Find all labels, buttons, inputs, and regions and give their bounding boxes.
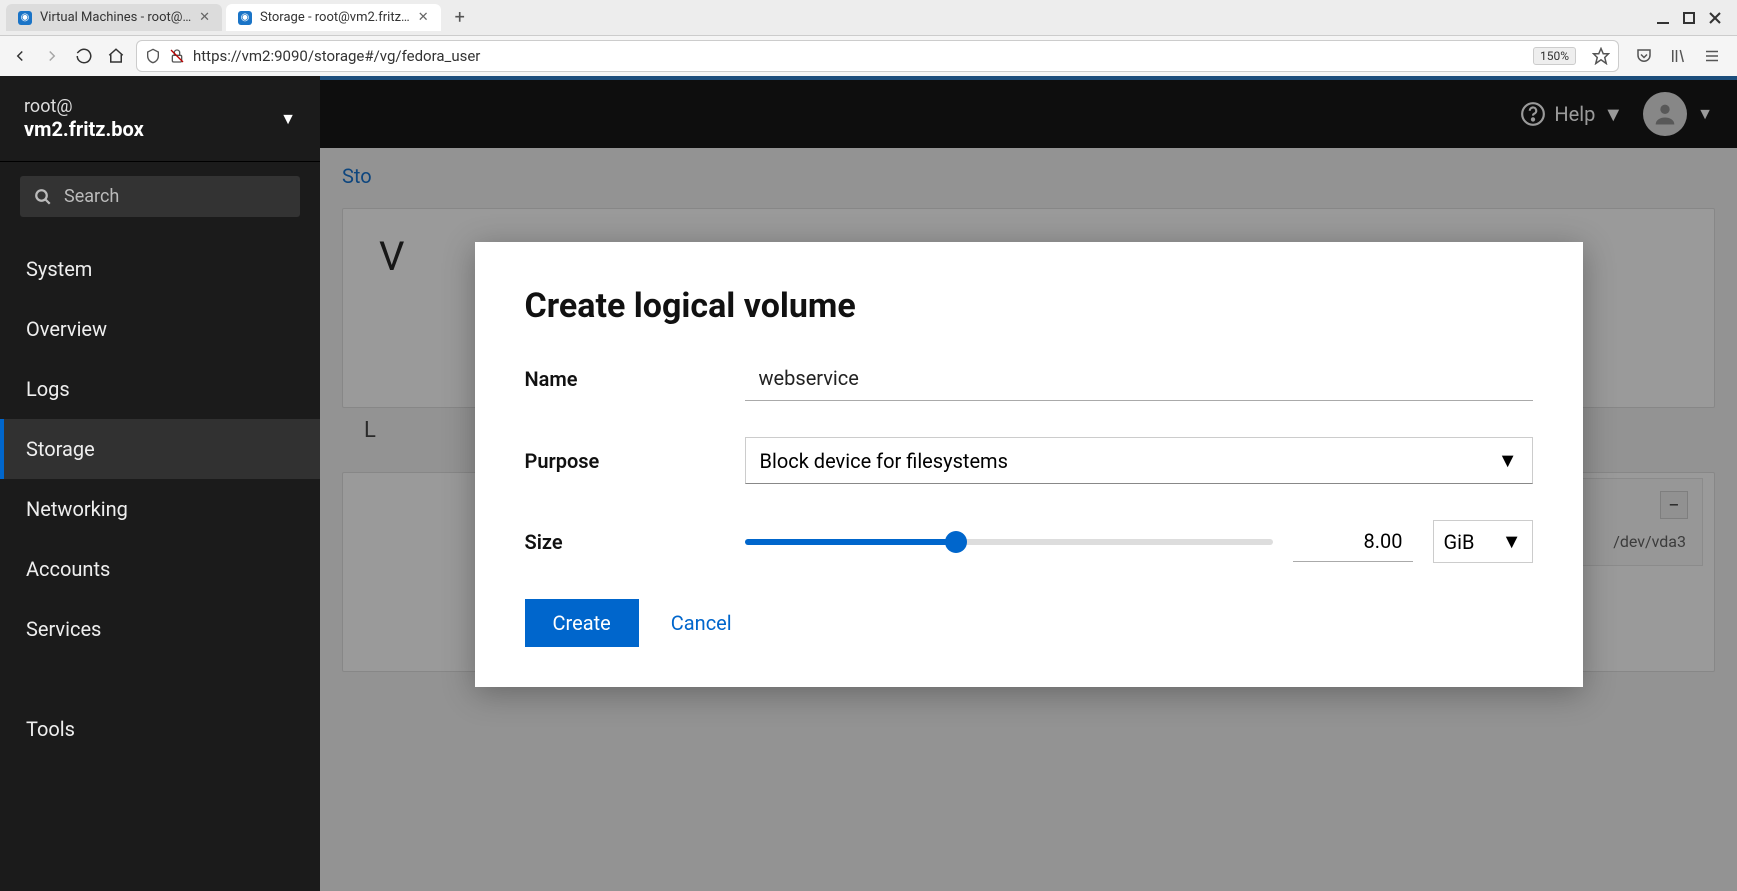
close-icon[interactable]: ✕: [418, 10, 429, 25]
favicon-icon: ◉: [18, 11, 32, 25]
sidebar-item-overview[interactable]: Overview: [0, 299, 320, 359]
home-icon[interactable]: [106, 47, 126, 65]
app-root: root@ vm2.fritz.box ▼ Search System Over…: [0, 76, 1737, 891]
close-icon[interactable]: ✕: [199, 10, 210, 25]
sidebar-item-system[interactable]: System: [0, 239, 320, 299]
user-line: root@: [24, 96, 144, 117]
sidebar-item-networking[interactable]: Networking: [0, 479, 320, 539]
sidebar-item-accounts[interactable]: Accounts: [0, 539, 320, 599]
close-window-icon[interactable]: [1709, 12, 1721, 24]
sidebar-nav: System Overview Logs Storage Networking …: [0, 239, 320, 759]
chevron-down-icon: ▼: [280, 109, 296, 129]
slider-thumb[interactable]: [945, 531, 967, 553]
sidebar-item-tools[interactable]: Tools: [0, 699, 320, 759]
sidebar-item-logs[interactable]: Logs: [0, 359, 320, 419]
search-icon: [34, 188, 52, 206]
sidebar: root@ vm2.fritz.box ▼ Search System Over…: [0, 76, 320, 891]
address-bar: https://vm2:9090/storage#/vg/fedora_user…: [0, 36, 1737, 76]
lock-warning-icon: [169, 48, 185, 64]
dialog-title: Create logical volume: [525, 286, 1533, 326]
chevron-down-icon: ▼: [1498, 448, 1518, 473]
shield-icon: [145, 48, 161, 64]
url-box[interactable]: https://vm2:9090/storage#/vg/fedora_user…: [136, 40, 1619, 72]
search-placeholder: Search: [64, 186, 119, 207]
forward-icon[interactable]: [42, 47, 62, 65]
library-icon[interactable]: [1669, 47, 1687, 65]
url-text: https://vm2:9090/storage#/vg/fedora_user: [193, 47, 480, 65]
name-label: Name: [525, 367, 745, 391]
tab-strip: ◉ Virtual Machines - root@… ✕ ◉ Storage …: [0, 0, 1737, 36]
size-unit-select[interactable]: GiB ▼: [1433, 520, 1533, 563]
size-unit-value: GiB: [1444, 530, 1475, 554]
sidebar-search[interactable]: Search: [20, 176, 300, 217]
back-icon[interactable]: [10, 47, 30, 65]
chevron-down-icon: ▼: [1502, 529, 1522, 554]
tab-title: Virtual Machines - root@…: [40, 10, 191, 25]
purpose-select[interactable]: Block device for filesystems ▼: [745, 437, 1533, 484]
size-input[interactable]: [1293, 521, 1413, 562]
minimize-icon[interactable]: [1657, 12, 1669, 24]
purpose-label: Purpose: [525, 449, 745, 473]
purpose-value: Block device for filesystems: [760, 449, 1008, 473]
browser-chrome: ◉ Virtual Machines - root@… ✕ ◉ Storage …: [0, 0, 1737, 76]
name-input[interactable]: [745, 356, 1533, 401]
host-switcher[interactable]: root@ vm2.fritz.box ▼: [0, 76, 320, 162]
create-button[interactable]: Create: [525, 599, 639, 647]
reload-icon[interactable]: [74, 47, 94, 65]
main-area: Help ▼ ▼ Sto V L No logical volumes − Pa…: [320, 76, 1737, 891]
browser-tab-1[interactable]: ◉ Storage - root@vm2.fritz… ✕: [226, 4, 441, 31]
favicon-icon: ◉: [238, 11, 252, 25]
pocket-icon[interactable]: [1635, 47, 1653, 65]
size-label: Size: [525, 530, 745, 554]
window-controls: [1657, 12, 1731, 24]
maximize-icon[interactable]: [1683, 12, 1695, 24]
bookmark-star-icon[interactable]: [1592, 47, 1610, 65]
browser-tab-0[interactable]: ◉ Virtual Machines - root@… ✕: [6, 4, 222, 31]
host-line: vm2.fritz.box: [24, 117, 144, 141]
new-tab-button[interactable]: +: [445, 3, 475, 32]
menu-icon[interactable]: [1703, 47, 1721, 65]
sidebar-item-storage[interactable]: Storage: [0, 419, 320, 479]
size-slider[interactable]: [745, 539, 1273, 545]
create-lv-dialog: Create logical volume Name Purpose Block…: [475, 242, 1583, 687]
slider-fill: [745, 539, 956, 545]
zoom-badge[interactable]: 150%: [1533, 47, 1576, 65]
sidebar-item-services[interactable]: Services: [0, 599, 320, 659]
tab-title: Storage - root@vm2.fritz…: [260, 10, 410, 25]
cancel-button[interactable]: Cancel: [671, 611, 732, 635]
